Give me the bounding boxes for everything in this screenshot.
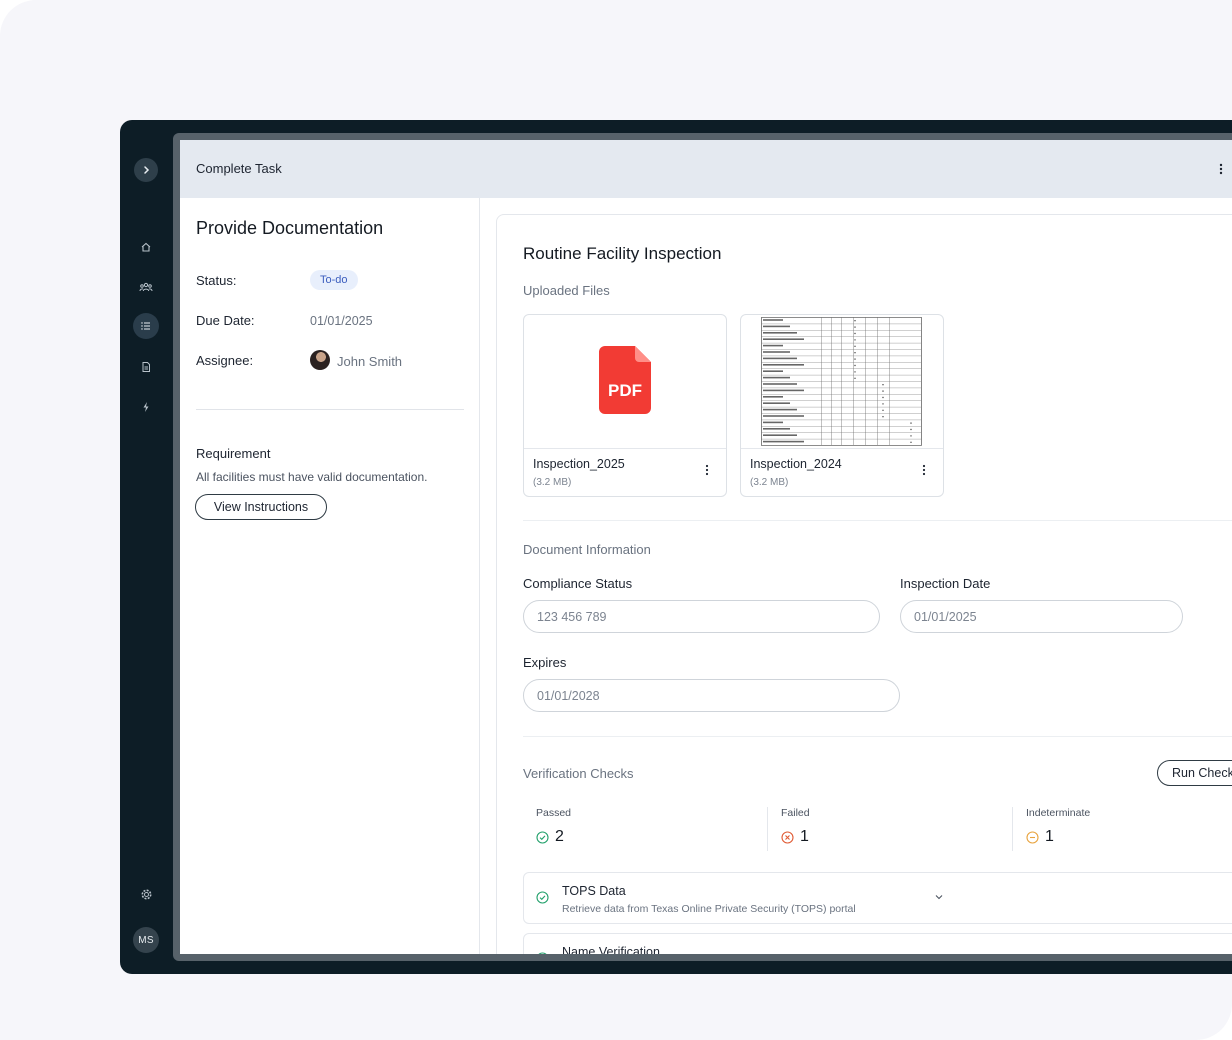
document-information-label: Document Information <box>523 542 651 557</box>
users-icon <box>139 282 153 292</box>
task-title: Provide Documentation <box>196 218 384 238</box>
list-icon <box>141 322 150 330</box>
file-size: (3.2 MB) <box>750 477 789 488</box>
lightning-icon <box>143 402 149 412</box>
inspection-date-label: Inspection Date <box>900 576 991 591</box>
check-item[interactable]: TOPS Data Retrieve data from Texas Onlin… <box>523 872 1232 924</box>
metric-label: Passed <box>536 807 572 819</box>
nav-settings[interactable] <box>134 882 158 906</box>
check-title: TOPS Data <box>562 884 626 898</box>
check-circle-icon <box>538 952 547 954</box>
file-size: (3.2 MB) <box>533 477 572 488</box>
metric-indeterminate: Indeterminate 1 <box>1026 807 1090 846</box>
task-window: Complete Task Provide Documentation Stat… <box>180 140 1232 954</box>
divider <box>1012 807 1013 851</box>
assignee-name: John Smith <box>337 354 403 369</box>
divider <box>523 520 1232 521</box>
gear-icon <box>141 889 151 899</box>
metric-value: 2 <box>555 828 564 845</box>
divider <box>523 736 1232 737</box>
uploaded-files-label: Uploaded Files <box>523 283 610 298</box>
inspection-title: Routine Facility Inspection <box>523 244 722 263</box>
metric-label: Indeterminate <box>1026 807 1091 819</box>
user-avatar[interactable]: MS <box>133 927 159 953</box>
sidebar-toggle-button[interactable] <box>134 158 158 182</box>
spreadsheet-thumbnail <box>761 317 922 446</box>
metric-label: Failed <box>781 807 810 819</box>
requirement-title: Requirement <box>196 446 271 461</box>
pdf-icon <box>599 346 651 414</box>
status-badge: To-do <box>310 270 358 290</box>
file-preview: PDF <box>524 315 726 449</box>
verification-checks-label: Verification Checks <box>523 766 634 781</box>
metric-value: 1 <box>1045 828 1054 845</box>
window-title: Complete Task <box>196 161 282 176</box>
more-vertical-icon[interactable] <box>1216 162 1226 176</box>
check-circle-icon <box>536 891 549 904</box>
run-checks-button[interactable]: Run Checks <box>1157 760 1232 786</box>
file-preview <box>741 315 943 449</box>
compliance-status-input[interactable]: 123 456 789 <box>523 600 880 633</box>
window-header: Complete Task <box>180 140 1232 198</box>
x-circle-icon <box>781 830 794 844</box>
inspection-card: Routine Facility Inspection Uploaded Fil… <box>496 214 1232 954</box>
metric-failed: Failed 1 <box>781 807 810 846</box>
task-details-panel: Provide Documentation Status: To-do Due … <box>180 198 480 954</box>
status-label: Status: <box>196 273 237 288</box>
nav-documents[interactable] <box>134 355 158 379</box>
due-date-value: 01/01/2025 <box>310 314 373 328</box>
chevron-right-icon <box>144 166 150 174</box>
more-vertical-icon[interactable] <box>704 464 710 476</box>
check-title: Name Verification <box>562 945 660 954</box>
file-name: Inspection_2025 <box>533 457 625 471</box>
due-date-label: Due Date: <box>196 313 255 328</box>
divider <box>196 409 464 410</box>
check-item[interactable]: Name Verification <box>523 933 1232 954</box>
nav-home[interactable] <box>134 235 158 259</box>
compliance-status-label: Compliance Status <box>523 576 633 591</box>
metric-passed: Passed 2 <box>536 807 571 846</box>
view-instructions-button[interactable]: View Instructions <box>195 494 327 520</box>
file-card[interactable]: PDF Inspection_2025 (3.2 MB) <box>523 314 727 497</box>
file-card[interactable]: Inspection_2024 (3.2 MB) <box>740 314 944 497</box>
home-icon <box>141 242 151 252</box>
inspection-date-input[interactable]: 01/01/2025 <box>900 600 1183 633</box>
minus-circle-icon <box>1026 830 1039 844</box>
more-vertical-icon[interactable] <box>921 464 927 476</box>
check-circle-icon <box>536 830 549 844</box>
check-description: Retrieve data from Texas Online Private … <box>562 903 856 915</box>
expires-label: Expires <box>523 655 567 670</box>
expires-input[interactable]: 01/01/2028 <box>523 679 900 712</box>
document-icon <box>142 362 150 372</box>
divider <box>767 807 768 851</box>
nav-automations[interactable] <box>134 395 158 419</box>
assignee-label: Assignee: <box>196 353 254 368</box>
assignee-avatar <box>310 350 330 370</box>
nav-users[interactable] <box>134 275 158 299</box>
metric-value: 1 <box>800 828 809 845</box>
chevron-down-icon[interactable] <box>934 893 944 901</box>
pdf-badge-label: PDF <box>608 381 642 400</box>
requirement-text: All facilities must have valid documenta… <box>196 470 428 484</box>
nav-tasks[interactable] <box>133 313 159 339</box>
file-name: Inspection_2024 <box>750 457 842 471</box>
